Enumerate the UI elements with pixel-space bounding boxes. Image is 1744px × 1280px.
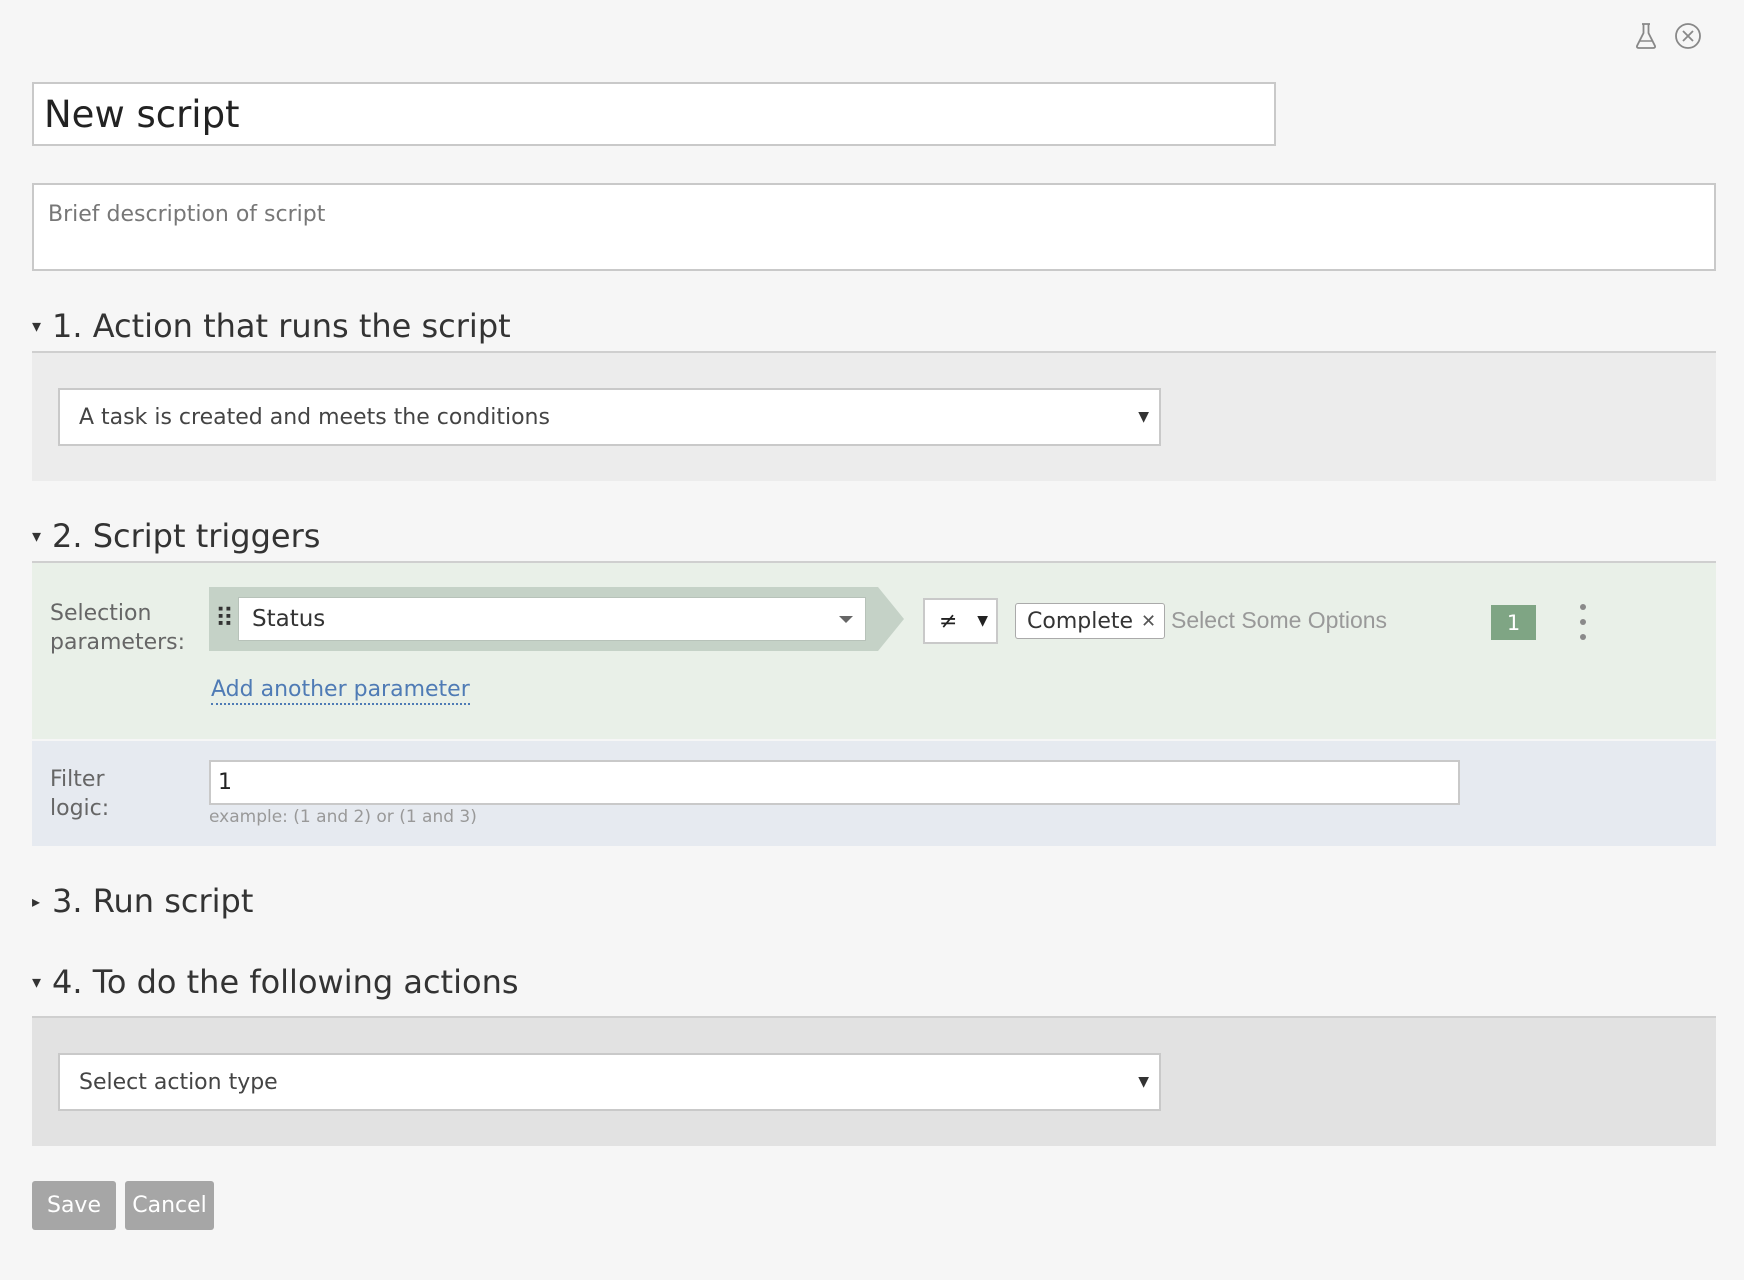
dropdown-arrow-icon: ▼ [1138,1074,1149,1090]
script-description-input[interactable]: Brief description of script [32,183,1716,271]
dropdown-arrow-icon [839,616,853,623]
filter-logic-input[interactable]: 1 [209,760,1460,805]
section-triggers-title: 2. Script triggers [52,517,321,555]
section-run-header[interactable]: ▸ 3. Run script [32,882,1716,920]
more-options-icon[interactable] [1575,604,1591,640]
section-action-header[interactable]: ▾ 1. Action that runs the script [32,307,1716,345]
action-type-value: Select action type [79,1069,278,1095]
action-type-select[interactable]: Select action type ▼ [58,1053,1161,1111]
filter-logic-hint: example: (1 and 2) or (1 and 3) [209,807,477,827]
section-actions-header[interactable]: ▾ 4. To do the following actions [32,963,1716,1001]
parameter-field-select[interactable]: Status [238,597,866,641]
value-options-input[interactable]: Select Some Options [1171,607,1387,634]
action-trigger-select[interactable]: A task is created and meets the conditio… [58,388,1161,446]
action-trigger-value: A task is created and meets the conditio… [79,404,550,430]
flask-icon[interactable] [1632,22,1660,50]
window-controls [1632,22,1702,50]
filter-logic-label: Filter logic: [50,767,110,821]
operator-select[interactable]: ≠ ▼ [923,598,998,644]
remove-chip-icon[interactable]: ✕ [1141,611,1156,632]
value-chip: Complete ✕ [1015,603,1166,639]
caret-down-icon: ▾ [32,315,42,337]
caret-down-icon: ▾ [32,971,42,993]
operator-value: ≠ [939,608,958,634]
section-triggers-header[interactable]: ▾ 2. Script triggers [32,517,1716,555]
dropdown-arrow-icon: ▼ [1138,409,1149,425]
drag-handle-icon[interactable]: ⠿ [215,606,234,632]
caret-down-icon: ▾ [32,525,42,547]
value-chip-label: Complete [1027,608,1134,634]
parameter-field-value: Status [252,606,326,632]
add-parameter-link[interactable]: Add another parameter [211,676,470,705]
section-run-title: 3. Run script [52,882,254,920]
dropdown-arrow-icon: ▼ [977,613,988,629]
close-circle-icon[interactable] [1674,22,1702,50]
section-action-title: 1. Action that runs the script [52,307,511,345]
selection-parameters-label: Selection parameters: [50,601,186,655]
cancel-button[interactable]: Cancel [125,1181,214,1230]
caret-right-icon: ▸ [32,891,41,911]
script-title-input[interactable]: New script [32,82,1276,146]
save-button[interactable]: Save [32,1181,116,1230]
section-actions-title: 4. To do the following actions [52,963,519,1001]
parameter-number-badge: 1 [1491,605,1536,640]
